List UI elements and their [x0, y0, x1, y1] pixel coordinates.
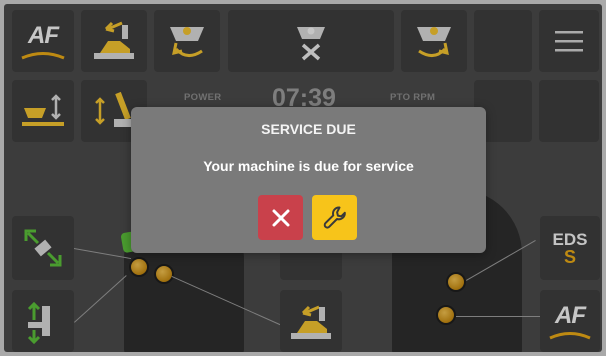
- service-wrench-button[interactable]: [312, 195, 357, 240]
- dialog-title: SERVICE DUE: [261, 121, 356, 137]
- service-due-dialog: SERVICE DUE Your machine is due for serv…: [131, 107, 486, 253]
- close-icon: [272, 209, 289, 226]
- dialog-message: Your machine is due for service: [203, 158, 414, 174]
- wrench-icon: [323, 206, 346, 229]
- dismiss-button[interactable]: [258, 195, 303, 240]
